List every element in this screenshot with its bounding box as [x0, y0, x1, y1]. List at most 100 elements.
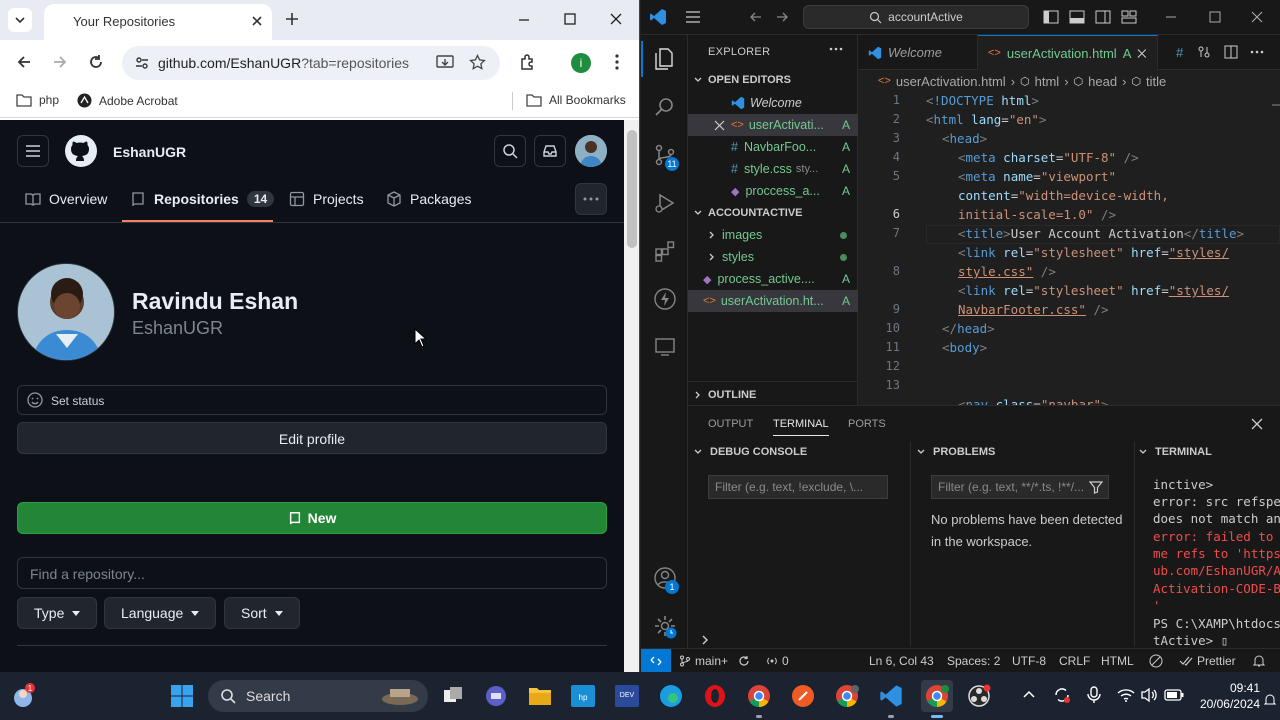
explorer-files-icon[interactable] — [653, 47, 677, 71]
tab-welcome[interactable]: Welcome — [858, 35, 978, 70]
page-scrollbar[interactable] — [624, 120, 639, 672]
teams-chat-icon[interactable] — [482, 682, 510, 710]
bookmark-star-icon[interactable] — [469, 54, 486, 71]
forward-arrow-icon[interactable] — [51, 53, 69, 71]
edge-browser-icon[interactable] — [657, 682, 685, 710]
sync-icon[interactable] — [738, 655, 750, 667]
widgets-weather-icon[interactable]: 1 — [9, 682, 37, 710]
no-notifications-status[interactable] — [1149, 654, 1163, 668]
problems-header[interactable]: PROBLEMS — [915, 446, 995, 458]
remote-indicator[interactable] — [641, 649, 671, 672]
more-actions-icon[interactable] — [829, 47, 843, 51]
open-editor-navbar-footer[interactable]: # NavbarFoo... A — [688, 136, 858, 158]
notification-bell-icon[interactable] — [1264, 694, 1276, 706]
system-clock[interactable]: 09:41 20/06/2024 — [1196, 680, 1260, 712]
set-status-button[interactable]: Set status — [17, 385, 607, 415]
filter-funnel-icon[interactable] — [1089, 480, 1103, 494]
toggle-secondary-sidebar-icon[interactable] — [1095, 10, 1111, 24]
user-avatar[interactable] — [575, 135, 607, 167]
chrome-menu-icon[interactable] — [608, 53, 626, 71]
toggle-sidebar-icon[interactable] — [1043, 10, 1059, 24]
all-bookmarks[interactable]: All Bookmarks — [526, 93, 626, 107]
close-window-icon[interactable] — [1250, 10, 1264, 24]
chrome-active-icon[interactable] — [921, 680, 953, 712]
windows-start-icon[interactable] — [168, 682, 196, 710]
close-tab-icon[interactable] — [250, 14, 264, 28]
language-mode-status[interactable]: HTML — [1101, 654, 1134, 668]
panel-tab-terminal[interactable]: TERMINAL — [773, 418, 829, 436]
url-omnibox[interactable]: github.com/EshanUGR?tab=repositories — [122, 46, 500, 80]
battery-icon[interactable] — [1164, 688, 1184, 702]
git-branch-status[interactable]: main+ — [679, 654, 750, 668]
header-username[interactable]: EshanUGR — [113, 144, 186, 160]
minimize-icon[interactable] — [517, 12, 531, 26]
debug-console-header[interactable]: DEBUG CONSOLE — [692, 446, 807, 458]
more-tabs-button[interactable] — [575, 183, 607, 215]
obs-record-icon[interactable] — [965, 682, 993, 710]
file-user-activation[interactable]: <> userActivation.ht... A — [688, 290, 858, 312]
myhp-icon[interactable]: hp — [569, 682, 597, 710]
install-app-icon[interactable] — [436, 55, 454, 71]
forward-arrow-icon[interactable] — [775, 10, 789, 24]
open-editors-section[interactable]: OPEN EDITORS — [692, 74, 791, 86]
microphone-icon[interactable] — [1087, 686, 1101, 704]
back-arrow-icon[interactable] — [749, 10, 763, 24]
folder-images[interactable]: images — [688, 224, 858, 246]
tab-projects[interactable]: Projects — [289, 191, 364, 207]
open-editor-process-php[interactable]: ◆ proccess_a... A — [688, 180, 858, 202]
close-window-icon[interactable] — [609, 12, 623, 26]
profile-photo[interactable] — [17, 263, 115, 361]
menu-icon[interactable] — [685, 10, 701, 24]
lightning-icon[interactable] — [653, 287, 677, 311]
more-actions-icon[interactable] — [1250, 50, 1264, 54]
vscode-taskbar-icon[interactable] — [877, 682, 905, 710]
search-icon[interactable] — [653, 95, 677, 119]
chevron-right-icon[interactable] — [699, 634, 711, 646]
breadcrumb-head[interactable]: head — [1088, 74, 1117, 89]
reload-icon[interactable] — [87, 53, 105, 71]
breadcrumb-file[interactable]: userActivation.html — [896, 74, 1006, 89]
eol-status[interactable]: CRLF — [1059, 654, 1090, 668]
chevron-up-icon[interactable] — [1022, 689, 1036, 699]
outline-section[interactable]: OUTLINE — [692, 389, 756, 401]
github-inbox-button[interactable] — [534, 135, 566, 167]
debug-filter-input[interactable]: Filter (e.g. text, !exclude, \... — [708, 475, 888, 499]
command-center-search[interactable]: accountActive — [803, 5, 1029, 29]
notifications-status[interactable] — [1253, 654, 1265, 667]
taskbar-search-box[interactable]: Search — [208, 680, 428, 712]
workspace-folder-section[interactable]: ACCOUNTACTIVE — [692, 207, 803, 219]
tab-search-button[interactable] — [8, 8, 32, 32]
sync-tray-icon[interactable] — [1053, 686, 1071, 704]
indentation-status[interactable]: Spaces: 2 — [947, 654, 1000, 668]
tab-packages[interactable]: Packages — [386, 191, 471, 207]
minimize-icon[interactable] — [1164, 10, 1178, 24]
split-editor-icon[interactable] — [1224, 45, 1238, 59]
github-search-button[interactable] — [494, 135, 526, 167]
tab-repositories[interactable]: Repositories 14 — [130, 191, 275, 207]
terminal-header[interactable]: TERMINAL — [1137, 446, 1212, 458]
close-icon[interactable] — [1137, 48, 1147, 59]
edit-profile-button[interactable]: Edit profile — [17, 422, 607, 454]
extensions-icon[interactable] — [653, 239, 677, 263]
panel-tab-output[interactable]: OUTPUT — [708, 418, 753, 430]
type-filter-dropdown[interactable]: Type — [17, 597, 98, 629]
file-process-active[interactable]: ◆ process_active.... A — [688, 268, 858, 290]
open-editor-welcome[interactable]: Welcome — [688, 92, 858, 114]
remote-explorer-icon[interactable] — [653, 335, 677, 359]
postman-icon[interactable] — [789, 682, 817, 710]
volume-icon[interactable] — [1140, 687, 1158, 703]
open-editor-user-activation[interactable]: <> userActivati... A — [688, 114, 858, 136]
close-icon[interactable] — [714, 120, 725, 131]
breadcrumb-title[interactable]: title — [1146, 74, 1166, 89]
browser-tab-repositories[interactable]: Your Repositories — [44, 4, 272, 40]
new-repo-button[interactable]: New — [17, 502, 607, 534]
open-editor-style-css[interactable]: # style.css sty... A — [688, 158, 858, 180]
sort-dropdown[interactable]: Sort — [224, 597, 300, 629]
bookmark-php[interactable]: php — [16, 93, 59, 107]
compare-icon[interactable] — [1197, 45, 1211, 59]
task-view-icon[interactable] — [439, 682, 467, 710]
toggle-panel-icon[interactable] — [1069, 10, 1085, 24]
back-arrow-icon[interactable] — [15, 53, 33, 71]
tab-user-activation[interactable]: <> userActivation.html A — [978, 35, 1158, 70]
close-panel-icon[interactable] — [1251, 418, 1263, 430]
